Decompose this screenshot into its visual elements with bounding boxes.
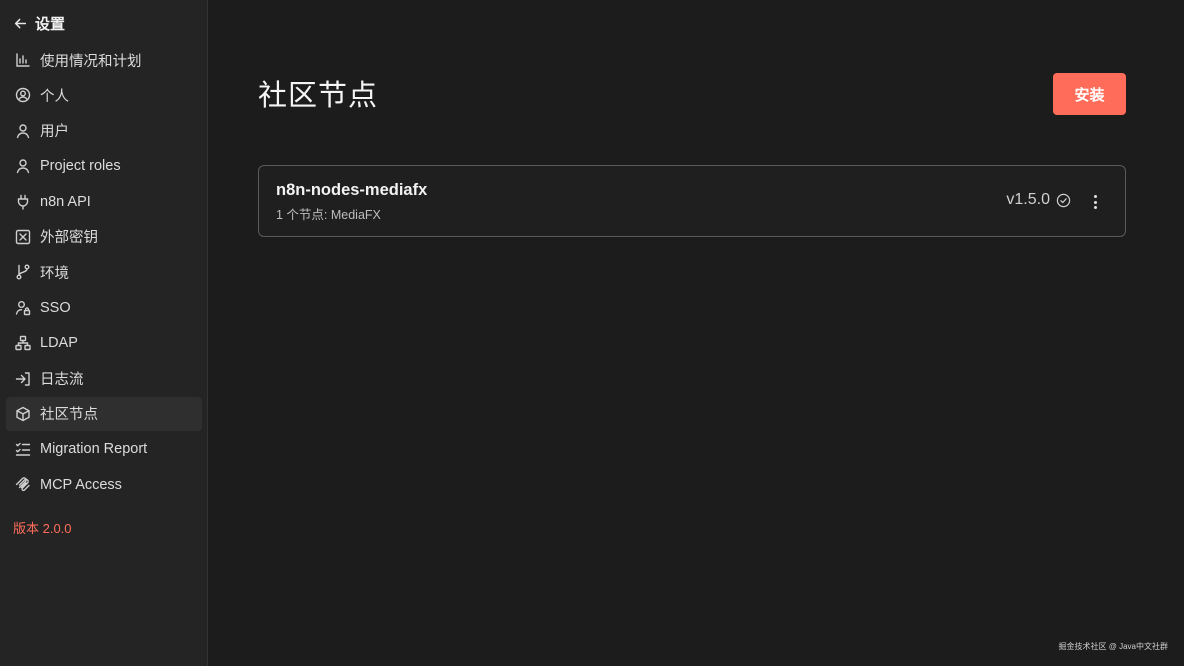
user-icon [15, 123, 31, 139]
network-icon [15, 335, 31, 351]
sidebar-item-log-streaming[interactable]: 日志流 [6, 362, 202, 396]
sidebar-item-project-roles[interactable]: Project roles [6, 149, 202, 183]
arrow-left-icon [14, 18, 27, 28]
package-version-label: v1.5.0 [1006, 191, 1050, 208]
sidebar-item-migration-report[interactable]: Migration Report [6, 432, 202, 466]
sidebar-item-community-nodes[interactable]: 社区节点 [6, 396, 202, 431]
git-branch-icon [15, 264, 31, 280]
settings-nav: 使用情况和计划 个人 用户 Project roles n8n API 外部密钥… [6, 43, 202, 503]
sidebar-item-label: 个人 [40, 88, 69, 105]
community-node-card[interactable]: n8n-nodes-mediafx 1 个节点: MediaFX v1.5.0 [258, 165, 1126, 237]
check-circle-icon [1056, 193, 1071, 207]
sidebar-item-sso[interactable]: SSO [6, 291, 202, 325]
dot [1093, 206, 1097, 209]
sidebar-item-n8n-api[interactable]: n8n API [6, 185, 202, 219]
sidebar-item-label: SSO [40, 299, 71, 316]
page-title: 社区节点 [258, 80, 379, 112]
sidebar-item-environments[interactable]: 环境 [6, 255, 202, 289]
watermark: 掘金技术社区 @ Java中文社群 [1058, 642, 1168, 651]
sidebar-item-external-secrets[interactable]: 外部密钥 [6, 220, 202, 254]
settings-sidebar: 设置 使用情况和计划 个人 用户 Project roles n8n API 外… [0, 0, 208, 666]
app-version: 版本 2.0.0 [13, 521, 72, 536]
sidebar-item-label: 用户 [40, 124, 69, 141]
sidebar-item-mcp-access[interactable]: MCP Access [6, 468, 202, 502]
sidebar-item-label: Migration Report [40, 441, 148, 458]
sidebar-item-usage[interactable]: 使用情况和计划 [6, 43, 202, 77]
mcp-icon [15, 476, 31, 493]
sidebar-item-label: LDAP [40, 335, 78, 352]
sidebar-item-label: 社区节点 [40, 407, 98, 424]
sidebar-item-personal[interactable]: 个人 [6, 78, 202, 112]
package-nodes-summary: 1 个节点: MediaFX [276, 208, 381, 222]
back-to-settings[interactable]: 设置 [14, 12, 65, 34]
sidebar-item-label: 日志流 [40, 372, 84, 389]
package-name: n8n-nodes-mediafx [276, 181, 428, 199]
sidebar-item-label: 使用情况和计划 [40, 53, 142, 70]
cube-icon [15, 406, 31, 422]
sidebar-item-label: n8n API [40, 193, 91, 210]
sidebar-item-ldap[interactable]: LDAP [6, 326, 202, 360]
sidebar-item-label: Project roles [40, 158, 121, 175]
install-button[interactable]: 安装 [1053, 73, 1126, 115]
list-checks-icon [15, 441, 31, 457]
sidebar-item-label: MCP Access [40, 476, 122, 493]
back-label: 设置 [35, 15, 66, 33]
user-lock-icon [15, 300, 31, 316]
plug-icon [15, 194, 31, 210]
sidebar-item-label: 环境 [40, 265, 69, 282]
user-circle-icon [15, 87, 31, 103]
dot [1093, 200, 1097, 204]
user-icon [15, 158, 31, 174]
main-content: 社区节点 安装 n8n-nodes-mediafx 1 个节点: MediaFX… [209, 0, 1184, 666]
package-version: v1.5.0 [1006, 191, 1071, 209]
sign-in-icon [15, 371, 31, 387]
dot [1093, 195, 1097, 198]
sidebar-item-label: 外部密钥 [40, 230, 98, 247]
vault-icon [15, 229, 31, 245]
sidebar-item-users[interactable]: 用户 [6, 114, 202, 148]
package-options-button[interactable] [1087, 190, 1103, 214]
chart-bar-icon [15, 52, 31, 68]
